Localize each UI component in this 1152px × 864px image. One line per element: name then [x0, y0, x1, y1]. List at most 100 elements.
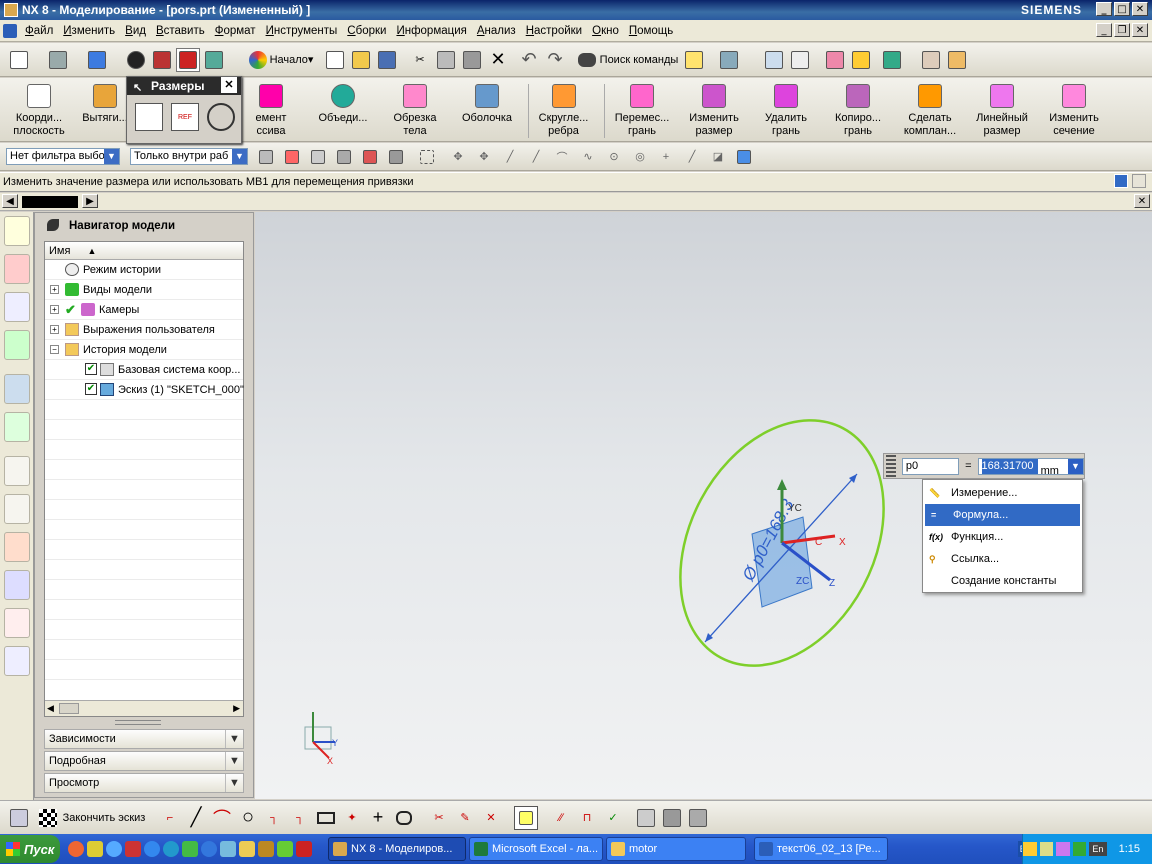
palette-close-icon[interactable]: ✕: [221, 77, 237, 93]
rectangle-icon[interactable]: [314, 806, 338, 830]
radial-dimension-icon[interactable]: [207, 103, 235, 131]
menu-tools[interactable]: Инструменты: [261, 25, 343, 37]
dependencies-panel[interactable]: Зависимости ▼: [44, 729, 244, 749]
copy-icon[interactable]: [434, 48, 458, 72]
display-constraints-icon[interactable]: ⊓: [575, 806, 599, 830]
tray-app-icon[interactable]: [1022, 842, 1037, 856]
scroll-left-arrow-icon[interactable]: ◀: [2, 194, 18, 208]
info-icon[interactable]: [717, 48, 741, 72]
tray-app-icon[interactable]: [1039, 842, 1054, 856]
snap-toggle-icon[interactable]: [514, 805, 538, 830]
quick-trim-icon[interactable]: ✂: [427, 806, 451, 830]
wcs-icon[interactable]: [788, 48, 812, 72]
menu-preferences[interactable]: Настройки: [521, 25, 587, 37]
name-column-header[interactable]: Имя ▲: [45, 242, 243, 260]
paste-icon[interactable]: [460, 48, 484, 72]
menu-file[interactable]: Файл: [20, 25, 58, 37]
quadrant-snap-icon[interactable]: ◎: [628, 145, 652, 169]
cut-icon[interactable]: ✂: [408, 48, 432, 72]
finish-sketch-button[interactable]: Закончить эскиз: [33, 806, 151, 830]
model-icon[interactable]: [150, 48, 174, 72]
tree-row-cameras[interactable]: + ✔ Камеры: [45, 300, 243, 320]
menu-item-reference[interactable]: ⚲ Ссылка...: [923, 548, 1082, 570]
preview-panel[interactable]: Просмотр ▼: [44, 773, 244, 793]
drag-handle-icon[interactable]: [886, 455, 896, 477]
mirror-curve-icon[interactable]: [660, 806, 684, 830]
task-motor-folder[interactable]: motor: [606, 837, 746, 861]
edge-blend-button[interactable]: Скругле... ребра: [528, 84, 594, 138]
menu-edit[interactable]: Изменить: [58, 25, 120, 37]
inferred-dimension-icon[interactable]: [135, 103, 163, 131]
maximize-button[interactable]: □: [1114, 2, 1130, 16]
resize-button[interactable]: Изменить размер: [681, 84, 747, 138]
menu-window[interactable]: Окно: [587, 25, 624, 37]
quick-launch-app-icon[interactable]: [296, 841, 312, 857]
type-filter-select[interactable]: Нет фильтра выбо ▼: [6, 148, 120, 165]
linear-dimension-button[interactable]: Линейный размер: [969, 84, 1035, 138]
quick-launch-app-icon[interactable]: [239, 841, 255, 857]
menu-item-measure[interactable]: 📏 Измерение...: [923, 482, 1082, 504]
layer-icon[interactable]: [823, 48, 847, 72]
copy-face-button[interactable]: Копиро... грань: [825, 84, 891, 138]
tab-strip-slider[interactable]: [22, 196, 78, 208]
reference-dimension-icon[interactable]: REF: [171, 103, 199, 131]
circle-icon[interactable]: ○: [236, 806, 260, 830]
studio-spline-icon[interactable]: [392, 806, 416, 830]
play-icon[interactable]: [880, 48, 904, 72]
edge-filter-icon[interactable]: [358, 145, 382, 169]
open-folder-icon[interactable]: [349, 48, 373, 72]
menu-insert[interactable]: Вставить: [151, 25, 210, 37]
scroll-right-arrow-icon[interactable]: ▶: [82, 194, 98, 208]
system-scene-tab-icon[interactable]: [4, 646, 30, 676]
arc-icon[interactable]: ⌒: [210, 806, 234, 830]
delete-icon[interactable]: ✕: [486, 48, 510, 72]
menu-view[interactable]: Вид: [120, 25, 151, 37]
quick-launch-app-icon[interactable]: [258, 841, 274, 857]
quick-launch-app-icon[interactable]: [144, 841, 160, 857]
status-options-icon[interactable]: [1132, 174, 1146, 188]
save-icon[interactable]: [375, 48, 399, 72]
quick-launch-app-icon[interactable]: [201, 841, 217, 857]
doc-restore-button[interactable]: ❐: [1114, 23, 1130, 37]
history-tab-icon[interactable]: [4, 456, 30, 486]
value-dropdown-arrow[interactable]: ▼: [1068, 458, 1083, 474]
expression-name-field[interactable]: p0: [901, 457, 960, 475]
redo-icon[interactable]: ↷: [543, 48, 567, 72]
expand-icon[interactable]: +: [50, 285, 59, 294]
offset-curve-icon[interactable]: [634, 806, 658, 830]
pattern-feature-button[interactable]: емент ссива: [238, 84, 304, 138]
hd3d-tools-tab-icon[interactable]: [4, 374, 30, 404]
menu-item-formula[interactable]: = Формула...: [925, 504, 1080, 526]
point-icon[interactable]: +: [366, 806, 390, 830]
quick-extend-icon[interactable]: ✎: [453, 806, 477, 830]
sketch-task-icon[interactable]: [176, 47, 200, 72]
delete-face-button[interactable]: Удалить грань: [753, 84, 819, 138]
tray-app-icon[interactable]: [1072, 842, 1087, 856]
assembly-navigator-tab-icon[interactable]: [4, 216, 30, 246]
expand-icon[interactable]: +: [50, 325, 59, 334]
selection-icon[interactable]: [7, 48, 31, 72]
unite-button[interactable]: Объеди...: [310, 84, 376, 138]
pin-icon[interactable]: [47, 219, 59, 231]
tray-app-icon[interactable]: [1056, 842, 1070, 856]
profile-icon[interactable]: ⌐: [158, 806, 182, 830]
collapse-icon[interactable]: −: [50, 345, 59, 354]
quick-launch-app-icon[interactable]: [163, 841, 179, 857]
quick-launch-app-icon[interactable]: [182, 841, 198, 857]
scope-filter-select[interactable]: Только внутри раб ▼: [130, 148, 248, 165]
tree-row-history-mode[interactable]: Режим истории: [45, 260, 243, 280]
status-flag-icon[interactable]: [1114, 174, 1128, 188]
find-command-button[interactable]: Поиск команды: [576, 48, 680, 72]
link-icon[interactable]: [306, 145, 330, 169]
menu-information[interactable]: Информация: [391, 25, 471, 37]
quick-launch-app-icon[interactable]: [68, 841, 84, 857]
menu-assemblies[interactable]: Сборки: [342, 25, 391, 37]
quick-launch-app-icon[interactable]: [220, 841, 236, 857]
splitter-handle[interactable]: [115, 720, 161, 725]
tools-icon[interactable]: [849, 48, 873, 72]
curve-filter-icon[interactable]: [384, 145, 408, 169]
section-view-icon[interactable]: [124, 48, 148, 72]
doc-minimize-button[interactable]: _: [1096, 23, 1112, 37]
line-icon[interactable]: ╱: [184, 806, 208, 830]
render-style-icon[interactable]: [46, 48, 70, 72]
